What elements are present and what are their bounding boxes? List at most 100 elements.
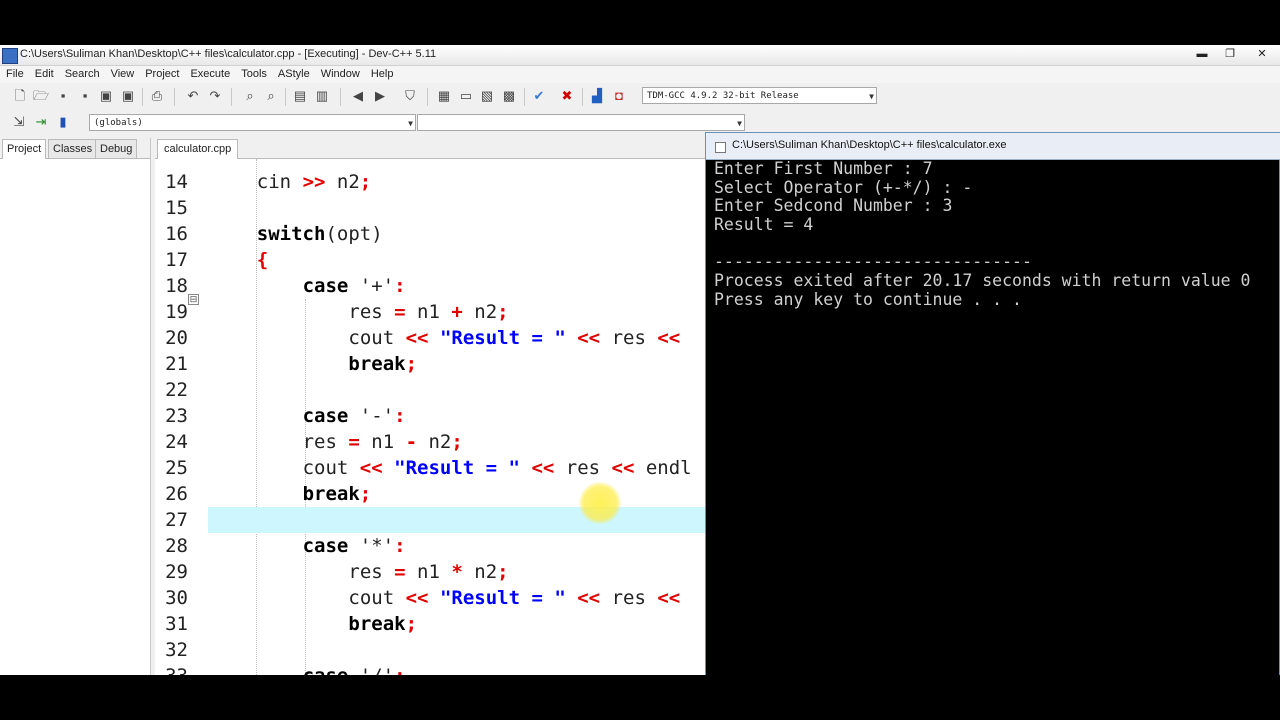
stop-execution-icon[interactable]: ✖: [559, 88, 575, 104]
code-token: res: [348, 301, 395, 323]
code-token: break: [302, 483, 360, 505]
save-all-icon[interactable]: ▪: [77, 88, 93, 104]
code-text: break;: [348, 611, 417, 637]
code-token: <<: [611, 457, 635, 479]
minimize-button[interactable]: ▬: [1188, 45, 1216, 63]
menu-view[interactable]: View: [105, 66, 140, 83]
menu-search[interactable]: Search: [59, 66, 105, 83]
code-editor[interactable]: ⊟ 14 cin >> n2; 15 16 switch(opt) 17{18 case '…: [155, 159, 710, 675]
bookmark-icon[interactable]: ▮: [55, 114, 71, 130]
save-icon[interactable]: ▪: [55, 88, 71, 104]
project-browser: Project Classes Debug: [0, 138, 151, 675]
code-token: :: [394, 535, 406, 557]
code-token: res: [348, 561, 395, 583]
code-token: "Result = ": [439, 327, 566, 349]
open-file-icon[interactable]: 🗁: [33, 88, 49, 104]
profile-icon[interactable]: ◘: [611, 88, 627, 104]
title-bar: C:\Users\Suliman Khan\Desktop\C++ files\…: [0, 45, 1280, 66]
redo-icon[interactable]: ↷: [207, 88, 223, 104]
project-options-icon[interactable]: ▩: [501, 88, 517, 104]
new-file-icon[interactable]: 🗋: [12, 88, 28, 104]
code-token: n2: [417, 431, 452, 453]
code-text: case '/':: [303, 663, 406, 675]
code-token: '/': [348, 665, 394, 675]
compiler-select[interactable]: TDM-GCC 4.9.2 32-bit Release ▼: [642, 87, 877, 104]
tab-debug[interactable]: Debug: [95, 139, 138, 158]
console-line: Enter Sedcond Number : 3: [714, 196, 953, 216]
tab-classes[interactable]: Classes: [48, 139, 98, 158]
close-all-icon[interactable]: ▣: [120, 88, 136, 104]
code-text: cout << "Result = " << res <<: [348, 325, 680, 351]
project-open-icon[interactable]: ▭: [458, 88, 474, 104]
code-token: <<: [531, 457, 555, 479]
console-line: Result = 4: [714, 215, 814, 235]
code-token: endl: [634, 457, 692, 479]
menu-execute[interactable]: Execute: [184, 66, 235, 83]
goto-icon[interactable]: ⇥: [33, 114, 49, 130]
back-icon[interactable]: ◀: [350, 88, 366, 104]
toggle-bookmark-icon[interactable]: ▥: [314, 88, 330, 104]
close-file-icon[interactable]: ▣: [98, 88, 114, 104]
menu-edit[interactable]: Edit: [29, 66, 59, 83]
code-text: switch(opt): [257, 221, 383, 247]
console-line: --------------------------------: [714, 252, 1032, 272]
replace-icon[interactable]: ⌕: [263, 88, 279, 104]
goto-line-icon[interactable]: ▤: [292, 88, 308, 104]
undo-icon[interactable]: ↶: [185, 88, 201, 104]
code-token: :: [394, 275, 406, 297]
menu-project[interactable]: Project: [139, 66, 184, 83]
project-new-icon[interactable]: ▦: [436, 88, 452, 104]
code-token: <<: [405, 327, 429, 349]
code-line: 16 switch(opt): [155, 221, 710, 247]
maximize-button[interactable]: ❐: [1216, 45, 1244, 63]
code-token: =: [348, 431, 360, 453]
code-token: (opt): [325, 223, 383, 245]
code-token: =: [394, 561, 406, 583]
menu-help[interactable]: Help: [365, 66, 399, 83]
code-line: 30 cout << "Result = " << res <<: [155, 585, 710, 611]
line-number: 28: [165, 535, 188, 557]
find-icon[interactable]: ⌕: [242, 88, 258, 104]
print-icon[interactable]: ⎙: [149, 88, 165, 104]
chevron-down-icon: ▼: [737, 119, 742, 128]
code-token: case: [302, 275, 349, 297]
code-token: {: [256, 249, 269, 271]
menu-file[interactable]: File: [0, 66, 29, 83]
tab-project[interactable]: Project: [2, 139, 47, 159]
line-number: 19: [165, 301, 188, 323]
window-title: C:\Users\Suliman Khan\Desktop\C++ files\…: [20, 48, 437, 60]
code-line: 20 cout << "Result = " << res <<: [155, 325, 710, 351]
line-number: 20: [165, 327, 188, 349]
code-line: 26 break;: [155, 481, 710, 507]
console-line: Select Operator (+-*/) : -: [714, 177, 973, 197]
insert-icon[interactable]: ⇲: [11, 114, 27, 130]
console-title: C:\Users\Suliman Khan\Desktop\C++ files\…: [732, 139, 1007, 151]
chevron-down-icon: ▼: [408, 119, 413, 128]
code-line: 17 {: [155, 247, 710, 273]
close-button[interactable]: ✕: [1244, 45, 1280, 63]
code-token: <<: [577, 327, 601, 349]
menu-window[interactable]: Window: [315, 66, 365, 83]
forward-icon[interactable]: ▶: [372, 88, 388, 104]
code-text: break;: [303, 481, 372, 507]
menu-tools[interactable]: Tools: [235, 66, 272, 83]
code-token: n1: [405, 301, 452, 323]
line-number: 22: [165, 379, 188, 401]
line-number: 17: [165, 249, 188, 271]
code-token: <<: [657, 327, 681, 349]
symbol-select[interactable]: ▼: [417, 114, 745, 131]
code-token: =: [394, 301, 406, 323]
console-window[interactable]: C:\Users\Suliman Khan\Desktop\C++ files\…: [705, 132, 1280, 675]
check-syntax-icon[interactable]: ✔: [531, 88, 547, 104]
shield-icon[interactable]: ⛉: [402, 88, 418, 104]
code-text: case '*':: [303, 533, 406, 559]
tab-calculator-cpp[interactable]: calculator.cpp: [157, 139, 239, 159]
chart-icon[interactable]: ▟: [589, 88, 605, 104]
scope-select[interactable]: (globals) ▼: [89, 114, 416, 131]
code-token: :: [394, 405, 406, 427]
code-token: :: [394, 665, 405, 675]
project-save-icon[interactable]: ▧: [479, 88, 495, 104]
menu-astyle[interactable]: AStyle: [272, 66, 315, 83]
